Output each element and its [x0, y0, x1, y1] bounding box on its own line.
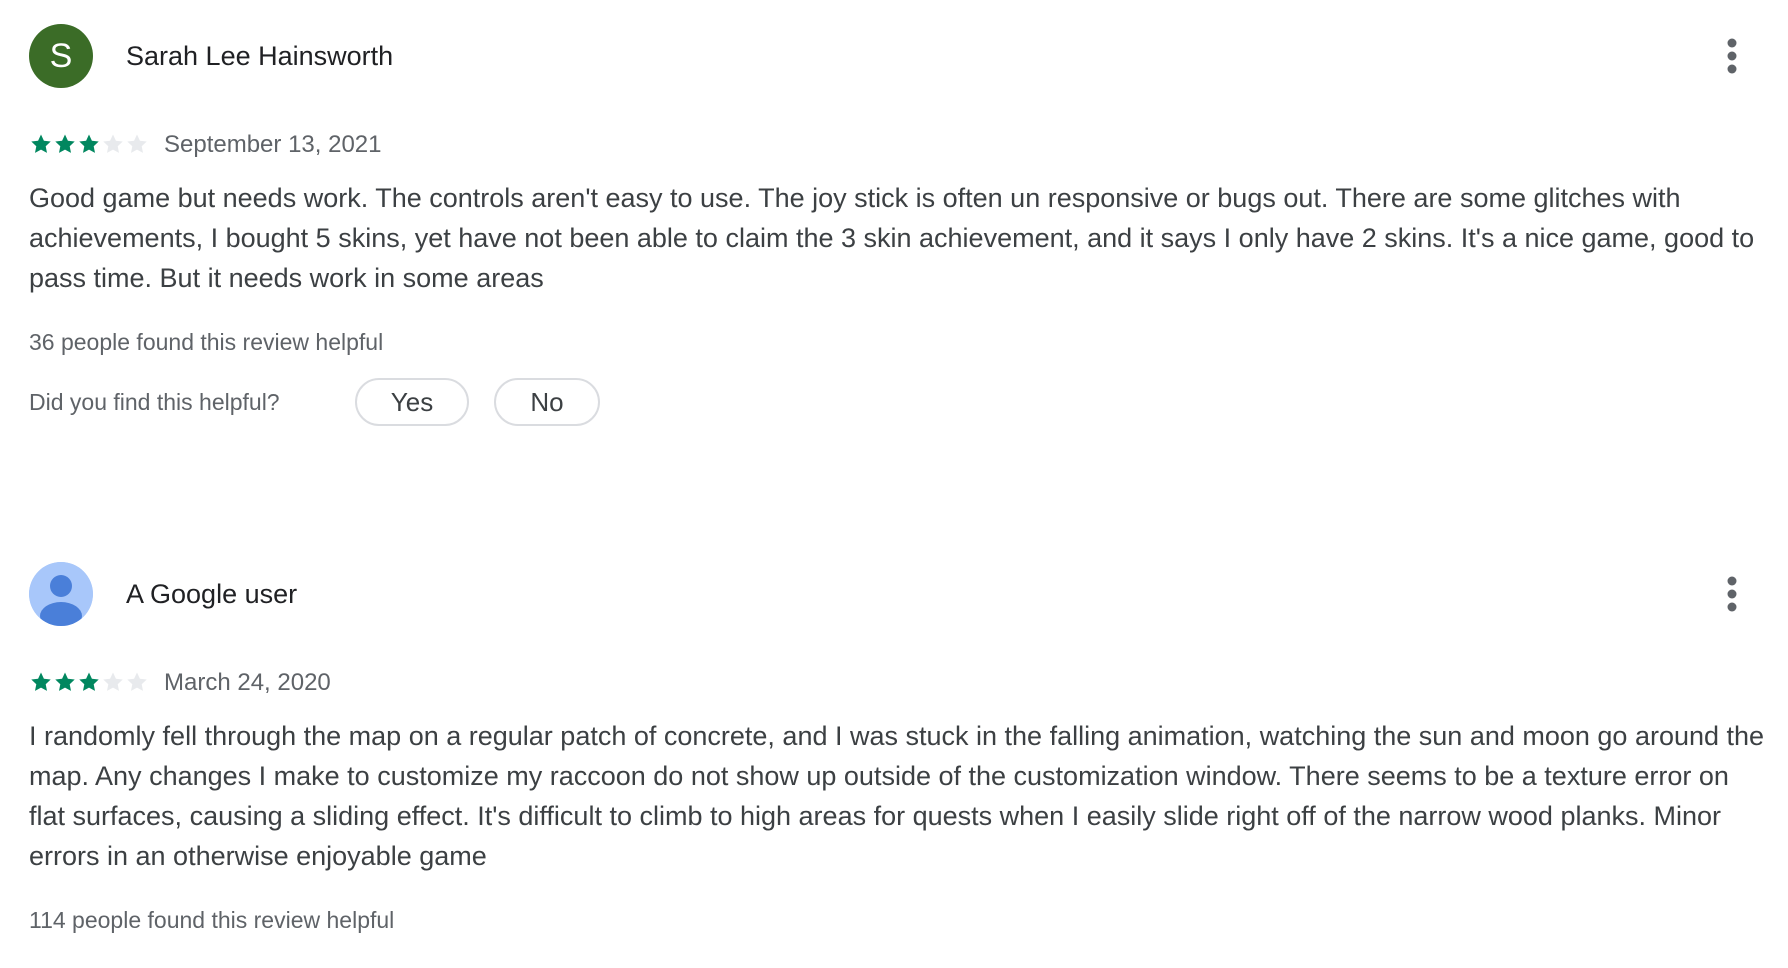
star-icon: [79, 672, 99, 691]
star-icon: [127, 672, 147, 691]
star-rating: [29, 132, 149, 158]
rating-row: September 13, 2021: [29, 126, 1769, 164]
more-vert-icon: [1727, 38, 1737, 74]
review-date: March 24, 2020: [164, 669, 331, 696]
star-icon: [31, 134, 51, 153]
review-header: S Sarah Lee Hainsworth: [29, 24, 1769, 88]
helpful-feedback: Did you find this helpful? Yes No: [29, 378, 1769, 426]
author-name: A Google user: [126, 579, 298, 609]
rating-row: March 24, 2020: [29, 664, 1769, 702]
star-icon: [55, 134, 75, 153]
helpful-no-button[interactable]: No: [494, 378, 600, 426]
default-user-icon: [29, 562, 93, 626]
star-icon: [79, 134, 99, 153]
avatar-letter: S: [49, 37, 73, 75]
star-icon: [103, 672, 123, 691]
review-card: A Google user March 24, 2020 I randomly …: [29, 562, 1769, 936]
more-options-button[interactable]: [1708, 570, 1756, 618]
review-text: I randomly fell through the map on a reg…: [29, 721, 1765, 871]
star-icon: [31, 672, 51, 691]
helpful-count: 114 people found this review helpful: [29, 907, 395, 933]
star-icon: [103, 134, 123, 153]
more-options-button[interactable]: [1708, 32, 1756, 80]
helpful-yes-button[interactable]: Yes: [355, 378, 469, 426]
star-icon: [55, 672, 75, 691]
review-card: S Sarah Lee Hainsworth September 13, 202…: [29, 24, 1769, 426]
review-text: Good game but needs work. The controls a…: [29, 183, 1755, 293]
review-header: A Google user: [29, 562, 1769, 626]
review-date: September 13, 2021: [164, 131, 382, 158]
author-name: Sarah Lee Hainsworth: [126, 41, 394, 71]
avatar: [29, 562, 93, 626]
avatar: S: [29, 24, 93, 88]
star-rating: [29, 670, 149, 696]
more-vert-icon: [1727, 576, 1737, 612]
helpful-count: 36 people found this review helpful: [29, 329, 384, 355]
star-icon: [127, 134, 147, 153]
helpful-question: Did you find this helpful?: [29, 389, 280, 415]
